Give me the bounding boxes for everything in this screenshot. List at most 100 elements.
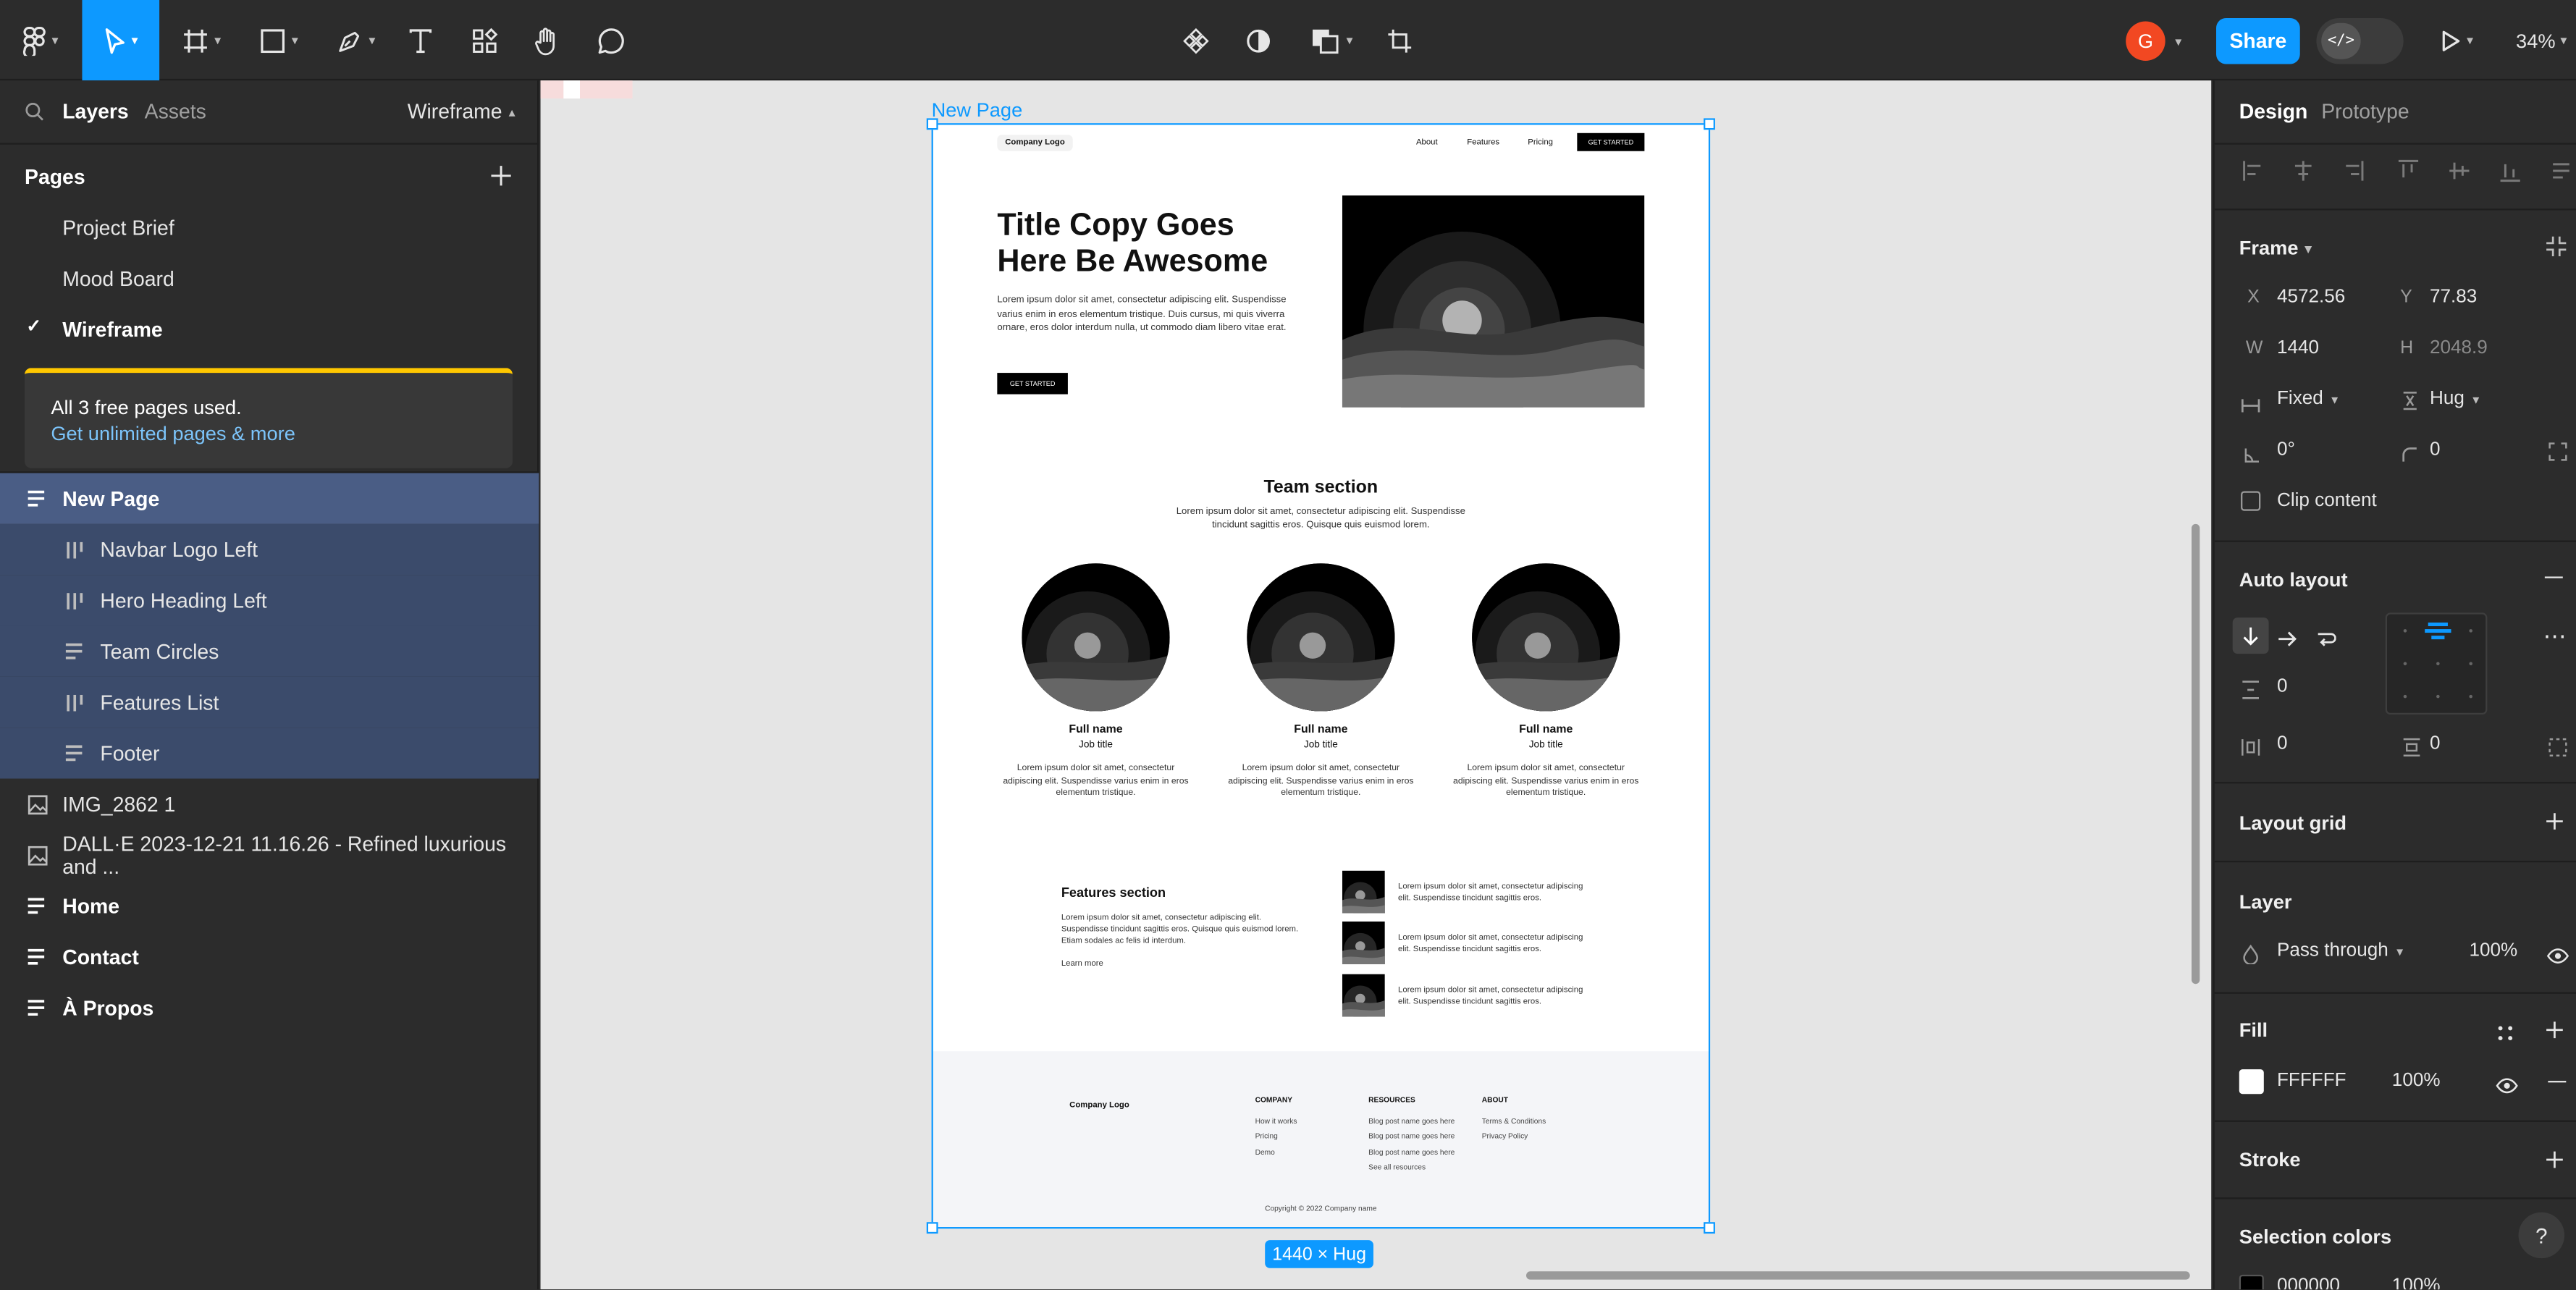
independent-corners-icon[interactable] xyxy=(2548,440,2567,470)
layer-footer[interactable]: Footer xyxy=(0,728,539,779)
page-dropdown[interactable]: Wireframe ▴ xyxy=(408,100,515,123)
footer-link[interactable]: See all resources xyxy=(1368,1163,1426,1171)
horizontal-scrollbar[interactable] xyxy=(1525,1271,2190,1280)
nav-link-about[interactable]: About xyxy=(1416,138,1438,148)
layer-features-list[interactable]: Features List xyxy=(0,676,539,728)
footer-link[interactable]: Pricing xyxy=(1255,1131,1278,1139)
corner-radius-input[interactable]: 0 xyxy=(2430,440,2441,460)
y-input[interactable]: 77.83 xyxy=(2430,287,2477,307)
remove-auto-layout-icon[interactable] xyxy=(2544,576,2563,579)
layer-img-2862[interactable]: IMG_2862 1 xyxy=(0,779,539,830)
resize-to-fit-icon[interactable] xyxy=(2545,235,2568,266)
vertical-padding-input[interactable]: 0 xyxy=(2430,734,2441,754)
shape-tool-button[interactable]: ▾ xyxy=(246,0,312,80)
layer-navbar-logo-left[interactable]: Navbar Logo Left xyxy=(0,523,539,576)
w-input[interactable]: 1440 xyxy=(2277,338,2319,358)
add-layout-grid-icon[interactable] xyxy=(2545,810,2564,840)
layer-home[interactable]: Home xyxy=(0,880,539,931)
layer-team-circles[interactable]: Team Circles xyxy=(0,625,539,677)
blend-mode-dropdown[interactable]: Pass through ▾ xyxy=(2277,941,2403,961)
h-input[interactable]: 2048.9 xyxy=(2430,338,2488,358)
style-grid-icon[interactable] xyxy=(2497,1020,2514,1050)
page-item-project-brief[interactable]: Project Brief xyxy=(0,202,539,253)
layer-new-page[interactable]: New Page xyxy=(0,473,539,524)
avatar[interactable]: G xyxy=(2126,21,2165,61)
tab-assets[interactable]: Assets xyxy=(145,100,206,123)
footer-link[interactable]: Blog post name goes here xyxy=(1368,1148,1455,1156)
gap-input[interactable]: 0 xyxy=(2277,677,2288,696)
text-tool-button[interactable] xyxy=(399,0,442,80)
rotation-input[interactable]: 0° xyxy=(2277,440,2295,460)
remove-fill-icon[interactable] xyxy=(2548,1081,2567,1084)
help-icon[interactable]: ? xyxy=(2518,1212,2565,1259)
present-button[interactable]: ▾ xyxy=(2428,0,2488,80)
offscreen-frame[interactable] xyxy=(540,80,633,99)
vertical-scrollbar[interactable] xyxy=(2191,523,2200,985)
move-tool-button[interactable]: ▾ xyxy=(82,0,160,81)
component-button[interactable] xyxy=(1174,0,1217,80)
alignment-matrix[interactable] xyxy=(2385,612,2488,715)
tab-prototype[interactable]: Prototype xyxy=(2321,100,2409,123)
clip-content-checkbox[interactable] xyxy=(2241,491,2261,511)
eye-icon[interactable] xyxy=(2496,1073,2519,1103)
crop-button[interactable] xyxy=(1379,0,1421,80)
resources-tool-button[interactable] xyxy=(463,0,506,80)
hero-cta-button[interactable]: GET STARTED xyxy=(997,373,1068,395)
zoom-menu[interactable]: 34% ▾ xyxy=(2507,0,2576,80)
fill-hex-input[interactable]: FFFFFF xyxy=(2277,1071,2346,1090)
fill-color-swatch[interactable] xyxy=(2239,1069,2264,1095)
layer-dalle-image[interactable]: DALL·E 2023-12-21 11.16.26 - Refined lux… xyxy=(0,830,539,880)
boolean-button[interactable]: ▾ xyxy=(1302,0,1362,80)
layer-opacity-input[interactable]: 100% xyxy=(2469,941,2517,961)
search-icon[interactable] xyxy=(25,100,44,130)
width-mode-dropdown[interactable]: Fixed ▾ xyxy=(2277,389,2338,409)
add-page-icon[interactable] xyxy=(487,161,516,190)
frame-section-heading[interactable]: Frame ▾ xyxy=(2239,237,2312,260)
horizontal-padding-input[interactable]: 0 xyxy=(2277,734,2288,754)
pen-tool-button[interactable]: ▾ xyxy=(324,0,390,80)
x-input[interactable]: 4572.56 xyxy=(2277,287,2345,307)
tab-design[interactable]: Design xyxy=(2239,100,2308,123)
wrap-button[interactable] xyxy=(2316,626,2336,656)
footer-link[interactable]: Privacy Policy xyxy=(1482,1131,1528,1139)
add-stroke-icon[interactable] xyxy=(2545,1148,2564,1178)
footer-link[interactable]: Blog post name goes here xyxy=(1368,1131,1455,1139)
mask-button[interactable] xyxy=(1237,0,1280,80)
main-menu-button[interactable]: ▾ xyxy=(13,0,69,80)
multiplayer-avatars[interactable]: G ▾ xyxy=(2126,20,2201,62)
upgrade-link[interactable]: Get unlimited pages & more xyxy=(51,422,295,445)
fill-opacity-input[interactable]: 100% xyxy=(2392,1071,2441,1090)
layer-hero-heading-left[interactable]: Hero Heading Left xyxy=(0,575,539,626)
canvas[interactable]: New Page Company Logo About Features Pri… xyxy=(540,80,2212,1290)
nav-cta-button[interactable]: GET STARTED xyxy=(1577,132,1645,151)
selection-color-opacity[interactable]: 100% xyxy=(2392,1276,2441,1289)
page-item-mood-board[interactable]: Mood Board xyxy=(0,253,539,303)
resize-handle[interactable] xyxy=(926,118,938,130)
more-options-icon[interactable]: ⋯ xyxy=(2543,623,2568,651)
hand-tool-button[interactable] xyxy=(526,0,568,80)
footer-link[interactable]: Terms & Conditions xyxy=(1482,1117,1546,1125)
layer-contact[interactable]: Contact xyxy=(0,932,539,982)
learn-more-link[interactable]: Learn more xyxy=(1061,959,1103,969)
direction-vertical-button[interactable] xyxy=(2232,617,2269,654)
resize-handle[interactable] xyxy=(1704,118,1715,130)
footer-link[interactable]: How it works xyxy=(1255,1117,1297,1125)
dev-mode-toggle[interactable]: </> xyxy=(2316,17,2404,64)
direction-horizontal-button[interactable] xyxy=(2277,626,2297,656)
individual-padding-icon[interactable] xyxy=(2548,736,2567,766)
frame-label[interactable]: New Page xyxy=(932,98,1023,122)
share-button[interactable]: Share xyxy=(2216,17,2300,64)
selection-color-swatch[interactable] xyxy=(2239,1274,2264,1290)
footer-link[interactable]: Demo xyxy=(1255,1148,1275,1156)
page-item-wireframe[interactable]: ✓ Wireframe xyxy=(0,304,539,355)
height-mode-dropdown[interactable]: Hug ▾ xyxy=(2430,389,2479,409)
eye-icon[interactable] xyxy=(2546,943,2569,972)
resize-handle[interactable] xyxy=(926,1222,938,1234)
nav-link-pricing[interactable]: Pricing xyxy=(1528,138,1553,148)
footer-link[interactable]: Blog post name goes here xyxy=(1368,1117,1455,1125)
frame-tool-button[interactable]: ▾ xyxy=(169,0,235,80)
resize-handle[interactable] xyxy=(1704,1222,1715,1234)
selection-color-hex[interactable]: 000000 xyxy=(2277,1276,2340,1289)
comment-tool-button[interactable] xyxy=(590,0,633,80)
layer-a-propos[interactable]: À Propos xyxy=(0,982,539,1033)
